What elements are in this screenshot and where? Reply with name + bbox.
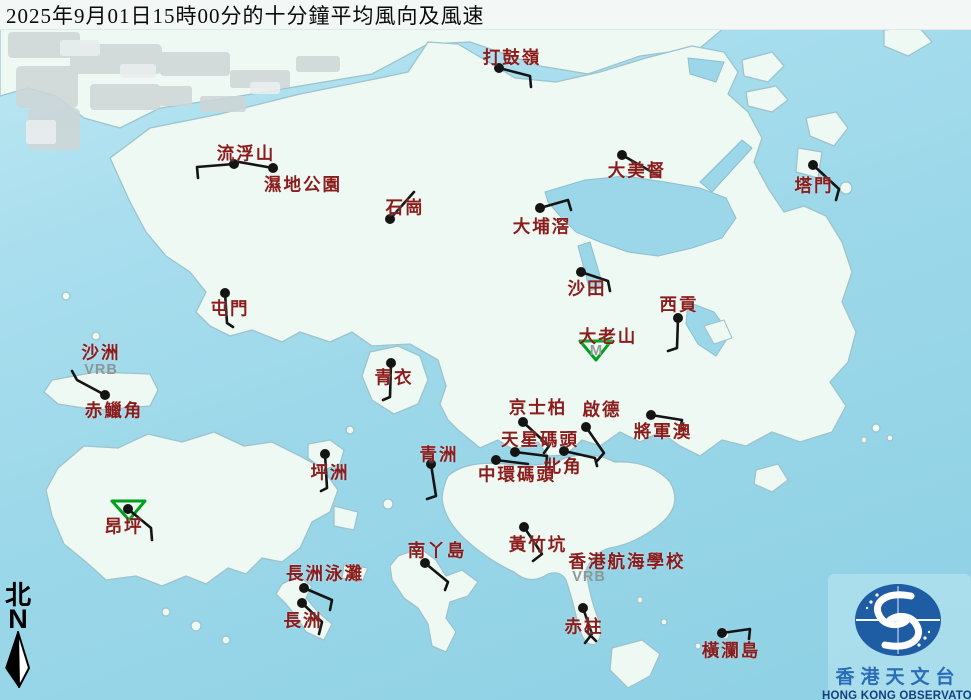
wind-barb-tai-mei-tuk <box>622 155 659 176</box>
station-dot-tuen-mun <box>220 288 230 298</box>
station-dot-sha-tin <box>576 267 586 277</box>
wind-barb-green-island <box>427 464 436 499</box>
wind-barb-star-ferry <box>515 452 547 469</box>
station-dot-wong-chuk-hang <box>519 522 529 532</box>
station-dot-tai-mei-tuk <box>617 150 627 160</box>
wind-barb-sha-tin <box>581 272 610 291</box>
wind-barb-tap-mun <box>813 165 839 200</box>
station-dot-wetland-park <box>268 163 278 173</box>
station-dot-north-point <box>559 446 569 456</box>
wind-barb-stanley <box>583 608 592 643</box>
wind-barb-north-point <box>564 451 597 466</box>
wind-barb-ta-kwu-ling <box>499 68 531 87</box>
wind-barb-wong-chuk-hang <box>524 527 542 561</box>
wind-barb-cheung-chau <box>302 603 322 634</box>
station-dot-kai-tak <box>581 422 591 432</box>
wind-map-canvas: 2025年9月01日15時00分的十分鐘平均風向及風速 M 打鼓嶺流浮山濕地公園… <box>0 0 971 700</box>
hko-logo-icon <box>822 577 971 661</box>
wind-barb-shek-kong <box>390 192 414 219</box>
station-dot-chek-lap-kok <box>100 390 110 400</box>
wind-barb-lau-fau-shan <box>197 164 234 178</box>
station-dot-shek-kong <box>385 214 395 224</box>
wind-barb-sai-kung <box>668 318 678 351</box>
station-dot-green-island <box>426 459 436 469</box>
station-dot-peng-chau <box>320 449 330 459</box>
station-dot-stanley <box>578 603 588 613</box>
page-title: 2025年9月01日15時00分的十分鐘平均風向及風速 <box>0 0 485 30</box>
wind-barb-peng-chau <box>321 454 327 491</box>
station-dot-lau-fau-shan <box>229 159 239 169</box>
station-dot-ta-kwu-ling <box>494 63 504 73</box>
wind-barb-wetland-park <box>239 162 273 168</box>
north-compass: 北 N <box>1 583 35 691</box>
station-dot-sai-kung <box>673 313 683 323</box>
north-arrow-icon <box>1 631 35 691</box>
hko-logo: 香港天文台 HONG KONG OBSERVATORY <box>822 577 971 700</box>
station-dot-tai-po-kau <box>535 203 545 213</box>
hko-name-english: HONG KONG OBSERVATORY <box>822 690 971 700</box>
wind-barb-tseung-kwan-o <box>651 415 682 430</box>
title-bar: 2025年9月01日15時00分的十分鐘平均風向及風速 <box>0 0 971 30</box>
station-dot-central-pier <box>491 455 501 465</box>
station-dot-tap-mun <box>808 160 818 170</box>
station-dot-waglan-island <box>717 628 727 638</box>
station-dot-tsing-yi <box>386 358 396 368</box>
wind-barb-tuen-mun <box>225 293 233 327</box>
wind-barb-chek-lap-kok <box>72 371 105 395</box>
compass-north-letter: N <box>1 606 35 633</box>
station-dot-cheung-chau-beach <box>299 583 309 593</box>
station-dot-lamma-island <box>420 558 430 568</box>
wind-barb-tsing-yi <box>383 363 391 400</box>
wind-barb-cheung-chau-beach <box>304 588 332 610</box>
station-dot-tseung-kwan-o <box>646 410 656 420</box>
station-dot-cheung-chau <box>297 598 307 608</box>
m-flag-tates-cairn: M <box>590 342 603 359</box>
hko-name-chinese: 香港天文台 <box>822 662 971 689</box>
wind-barb-lamma-island <box>425 563 448 590</box>
wind-barb-ngong-ping <box>128 509 152 540</box>
station-dot-kings-park <box>518 417 528 427</box>
station-dot-star-ferry <box>510 447 520 457</box>
wind-barb-kings-park <box>523 422 549 453</box>
station-dot-ngong-ping <box>123 504 133 514</box>
